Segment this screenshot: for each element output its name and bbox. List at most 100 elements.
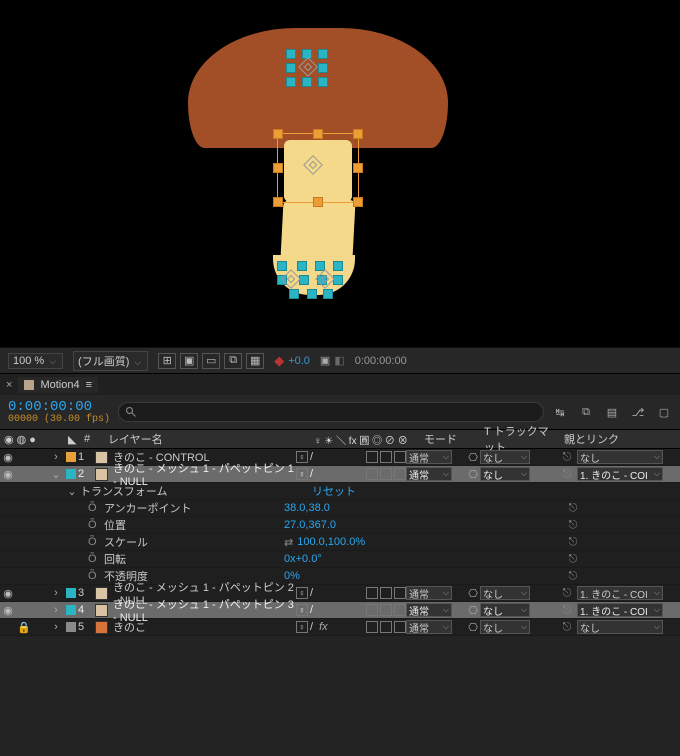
trackmatte-toggle[interactable]: ⎔ (466, 621, 480, 634)
trackmatte-select[interactable]: なし (480, 603, 530, 617)
pickwhip-icon[interactable]: ⎋ (560, 604, 574, 617)
trackmatte-toggle[interactable]: ⎔ (466, 604, 480, 617)
solo-switch[interactable] (394, 468, 406, 480)
layer-search-input[interactable] (118, 402, 544, 422)
parent-column[interactable]: 親とリンク (560, 430, 680, 448)
adjustment-switch[interactable] (380, 451, 392, 463)
pickwhip-icon[interactable]: ⎋ (560, 451, 574, 464)
trackmatte-select[interactable]: なし (480, 450, 530, 464)
property-row[interactable]: Õスケール⇄100.0,100.0%⎋ (0, 534, 680, 551)
lock-icon[interactable]: 🔒 (16, 621, 32, 634)
expression-pickwhip-icon[interactable]: ⎋ (566, 553, 580, 566)
label-color-icon[interactable]: ◣ (68, 433, 76, 446)
property-row[interactable]: Õ回転0x+0.0°⎋ (0, 551, 680, 568)
switches-column[interactable]: ♀ ☀ ＼ fx 圓 ◎ ⊘ ⊗ (310, 430, 420, 448)
property-row[interactable]: Õ位置27.0,367.0⎋ (0, 517, 680, 534)
twirl-icon[interactable]: ⌄ (48, 468, 64, 481)
stopwatch-icon[interactable]: Õ (88, 536, 104, 548)
reset-button[interactable]: リセット (312, 483, 356, 499)
layer-color-chip[interactable] (66, 588, 76, 598)
layer-row[interactable]: 🔒 › 5 きのこ ♀/fx 通常 ⎔ なし ⎋なし (0, 619, 680, 636)
3d-switch[interactable] (366, 468, 378, 480)
property-value[interactable]: 38.0,38.0 (284, 502, 330, 514)
transparency-grid-icon[interactable]: ▦ (246, 353, 264, 369)
current-timecode[interactable]: 0:00:00:00 (8, 399, 110, 415)
layer-row[interactable]: ◉ › 1 きのこ - CONTROL ♀/ 通常 ⎔ なし ⎋なし (0, 449, 680, 466)
graph-editor-icon[interactable]: ⎇ (630, 406, 646, 419)
color-management-icon[interactable]: ◆ (274, 353, 284, 369)
index-column[interactable]: # (78, 430, 96, 448)
show-snapshot-icon[interactable]: ◧ (334, 354, 344, 367)
blend-mode-select[interactable]: 通常 (406, 467, 452, 481)
expression-pickwhip-icon[interactable]: ⎋ (566, 570, 580, 583)
layer-color-chip[interactable] (66, 622, 76, 632)
fx-badge[interactable]: fx (319, 621, 328, 633)
pickwhip-icon[interactable]: ⎋ (560, 621, 574, 634)
trackmatte-select[interactable]: なし (480, 620, 530, 634)
shy-icon[interactable]: ↹ (552, 406, 568, 419)
motion-blur-icon[interactable]: ▤ (604, 406, 620, 419)
property-value[interactable]: 100.0,100.0% (297, 536, 365, 548)
preview-time[interactable]: 0:00:00:00 (355, 355, 407, 367)
collapse-switch[interactable]: / (310, 587, 313, 599)
toggles-column[interactable]: ◉ ◍ ● (0, 430, 48, 448)
shy-switch[interactable]: ♀ (296, 587, 308, 599)
video-toggle-icon[interactable]: ◉ (0, 468, 16, 481)
shy-switch[interactable]: ♀ (296, 468, 308, 480)
guides-icon[interactable]: ▣ (180, 353, 198, 369)
tab-motion4[interactable]: Motion4 ≡ (18, 377, 98, 393)
blend-mode-select[interactable]: 通常 (406, 603, 452, 617)
property-value[interactable]: 27.0,367.0 (284, 519, 336, 531)
expression-pickwhip-icon[interactable]: ⎋ (566, 519, 580, 532)
twirl-icon[interactable]: › (48, 621, 64, 633)
parent-select[interactable]: 1. きのこ - COI (577, 586, 663, 600)
selection-bbox[interactable] (278, 134, 358, 202)
trackmatte-toggle[interactable]: ⎔ (466, 587, 480, 600)
trackmatte-select[interactable]: なし (480, 586, 530, 600)
property-row[interactable]: Õ不透明度0%⎋ (0, 568, 680, 585)
video-toggle-icon[interactable]: ◉ (0, 451, 16, 464)
puppet-pin-icon[interactable] (303, 155, 323, 175)
stopwatch-icon[interactable]: Õ (88, 519, 104, 531)
blend-mode-select[interactable]: 通常 (406, 586, 452, 600)
collapse-switch[interactable]: / (310, 468, 313, 480)
shy-switch[interactable]: ♀ (296, 621, 308, 633)
trackmatte-column[interactable]: T トラックマット (480, 430, 560, 448)
expression-pickwhip-icon[interactable]: ⎋ (566, 502, 580, 515)
layer-row[interactable]: ◉ › 4 きのこ - メッシュ 1 - パペットピン 3 - NULL ♀/ … (0, 602, 680, 619)
exposure-value[interactable]: +0.0 (288, 355, 310, 367)
blend-mode-select[interactable]: 通常 (406, 450, 452, 464)
layer-color-chip[interactable] (66, 469, 76, 479)
video-toggle-icon[interactable]: ◉ (0, 604, 16, 617)
composition-preview[interactable] (0, 0, 680, 347)
stopwatch-icon[interactable]: Õ (88, 502, 104, 514)
transform-group[interactable]: ⌄ トランスフォーム リセット (0, 483, 680, 500)
close-panel-icon[interactable]: × (6, 379, 12, 391)
frame-blend-icon[interactable]: ⧉ (578, 406, 594, 419)
resolution-select[interactable]: (フル画質) (73, 351, 148, 371)
parent-select[interactable]: なし (577, 620, 663, 634)
pickwhip-icon[interactable]: ⎋ (560, 587, 574, 600)
parent-select[interactable]: 1. きのこ - COI (577, 467, 663, 481)
layer-color-chip[interactable] (66, 605, 76, 615)
collapse-switch[interactable]: / (310, 621, 313, 633)
stopwatch-icon[interactable]: Õ (88, 553, 104, 565)
layer-row[interactable]: ◉ ⌄ 2 きのこ - メッシュ 1 - パペットピン 1 - NULL ♀/ … (0, 466, 680, 483)
parent-select[interactable]: 1. きのこ - COI (577, 603, 663, 617)
blend-mode-select[interactable]: 通常 (406, 620, 452, 634)
parent-select[interactable]: なし (577, 450, 663, 464)
layer-name-label[interactable]: きのこ (111, 619, 296, 635)
mode-column[interactable]: モード (420, 430, 480, 448)
panel-menu-icon[interactable]: ≡ (86, 379, 92, 391)
3d-switch[interactable] (366, 451, 378, 463)
collapse-switch[interactable]: / (310, 604, 313, 616)
property-value[interactable]: 0x+0.0° (284, 553, 322, 565)
trackmatte-toggle[interactable]: ⎔ (466, 451, 480, 464)
constrain-proportions-icon[interactable]: ⇄ (284, 536, 293, 549)
grid-icon[interactable]: ⊞ (158, 353, 176, 369)
solo-switch[interactable] (394, 451, 406, 463)
stopwatch-icon[interactable]: Õ (88, 570, 104, 582)
layer-color-chip[interactable] (66, 452, 76, 462)
expression-pickwhip-icon[interactable]: ⎋ (566, 536, 580, 549)
layer-name-column[interactable]: レイヤー名 (104, 430, 310, 448)
